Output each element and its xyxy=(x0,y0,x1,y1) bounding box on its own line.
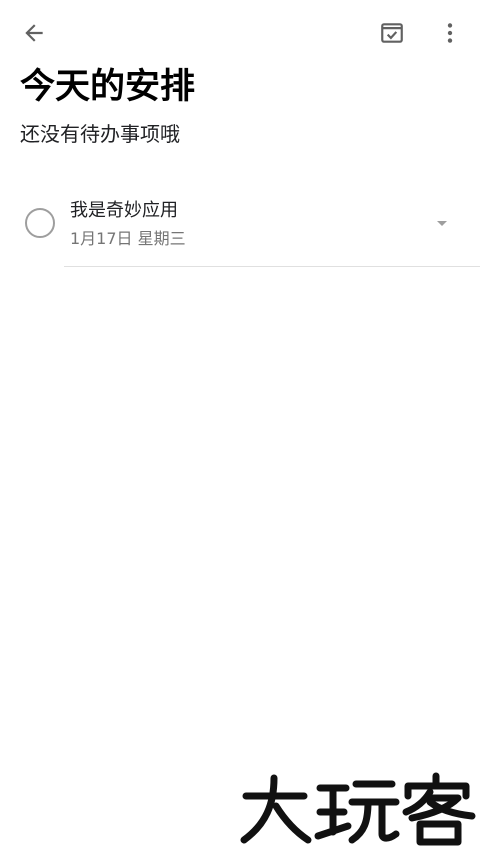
empty-state-subtitle: 还没有待办事项哦 xyxy=(20,122,180,146)
mark-done-button[interactable] xyxy=(372,13,412,53)
top-app-bar xyxy=(0,0,480,64)
task-expand-button[interactable] xyxy=(428,212,456,236)
task-title: 我是奇妙应用 xyxy=(70,200,178,221)
page-title: 今天的安排 xyxy=(20,67,196,107)
arrow-back-icon xyxy=(25,24,43,42)
watermark-logo xyxy=(236,772,480,846)
more-options-button[interactable] xyxy=(430,13,470,53)
calendar-check-icon xyxy=(381,23,403,43)
watermark-logo-icon xyxy=(240,772,476,846)
task-date: 1月17日 星期三 xyxy=(70,229,186,248)
dropdown-arrow-icon xyxy=(437,221,447,226)
task-divider xyxy=(64,266,480,267)
more-vertical-icon xyxy=(447,23,453,43)
task-list-item[interactable]: 我是奇妙应用 1月17日 星期三 xyxy=(0,186,480,268)
task-checkbox[interactable] xyxy=(25,208,55,238)
back-button[interactable] xyxy=(14,13,54,53)
